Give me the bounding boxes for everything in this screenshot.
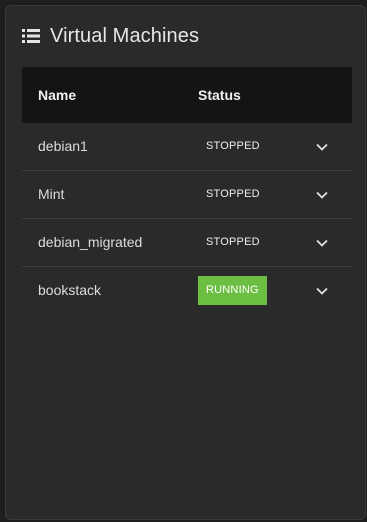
panel-title: Virtual Machines xyxy=(50,24,200,47)
table-header-row: Name Status xyxy=(22,67,352,123)
status-badge: STOPPED xyxy=(206,236,260,248)
virtual-machines-panel: Virtual Machines Name Status debian1 STO… xyxy=(5,5,366,520)
list-icon xyxy=(22,28,40,44)
column-header-status: Status xyxy=(198,87,241,103)
status-badge: RUNNING xyxy=(198,276,267,305)
chevron-down-icon[interactable] xyxy=(312,137,332,157)
status-badge: STOPPED xyxy=(206,188,260,200)
status-badge: STOPPED xyxy=(206,140,260,152)
vm-name: debian_migrated xyxy=(38,234,143,250)
panel-header: Virtual Machines xyxy=(22,24,199,48)
table-row[interactable]: bookstack RUNNING xyxy=(22,267,352,315)
vm-name: bookstack xyxy=(38,282,102,298)
vm-name: Mint xyxy=(38,186,65,202)
chevron-down-icon[interactable] xyxy=(312,233,332,253)
table-row[interactable]: Mint STOPPED xyxy=(22,171,352,219)
table-row[interactable]: debian1 STOPPED xyxy=(22,123,352,171)
chevron-down-icon[interactable] xyxy=(312,185,332,205)
vm-name: debian1 xyxy=(38,138,88,154)
chevron-down-icon[interactable] xyxy=(312,281,332,301)
vm-table: Name Status debian1 STOPPED Mint STOPPED… xyxy=(22,67,352,315)
column-header-name: Name xyxy=(38,87,77,103)
table-row[interactable]: debian_migrated STOPPED xyxy=(22,219,352,267)
